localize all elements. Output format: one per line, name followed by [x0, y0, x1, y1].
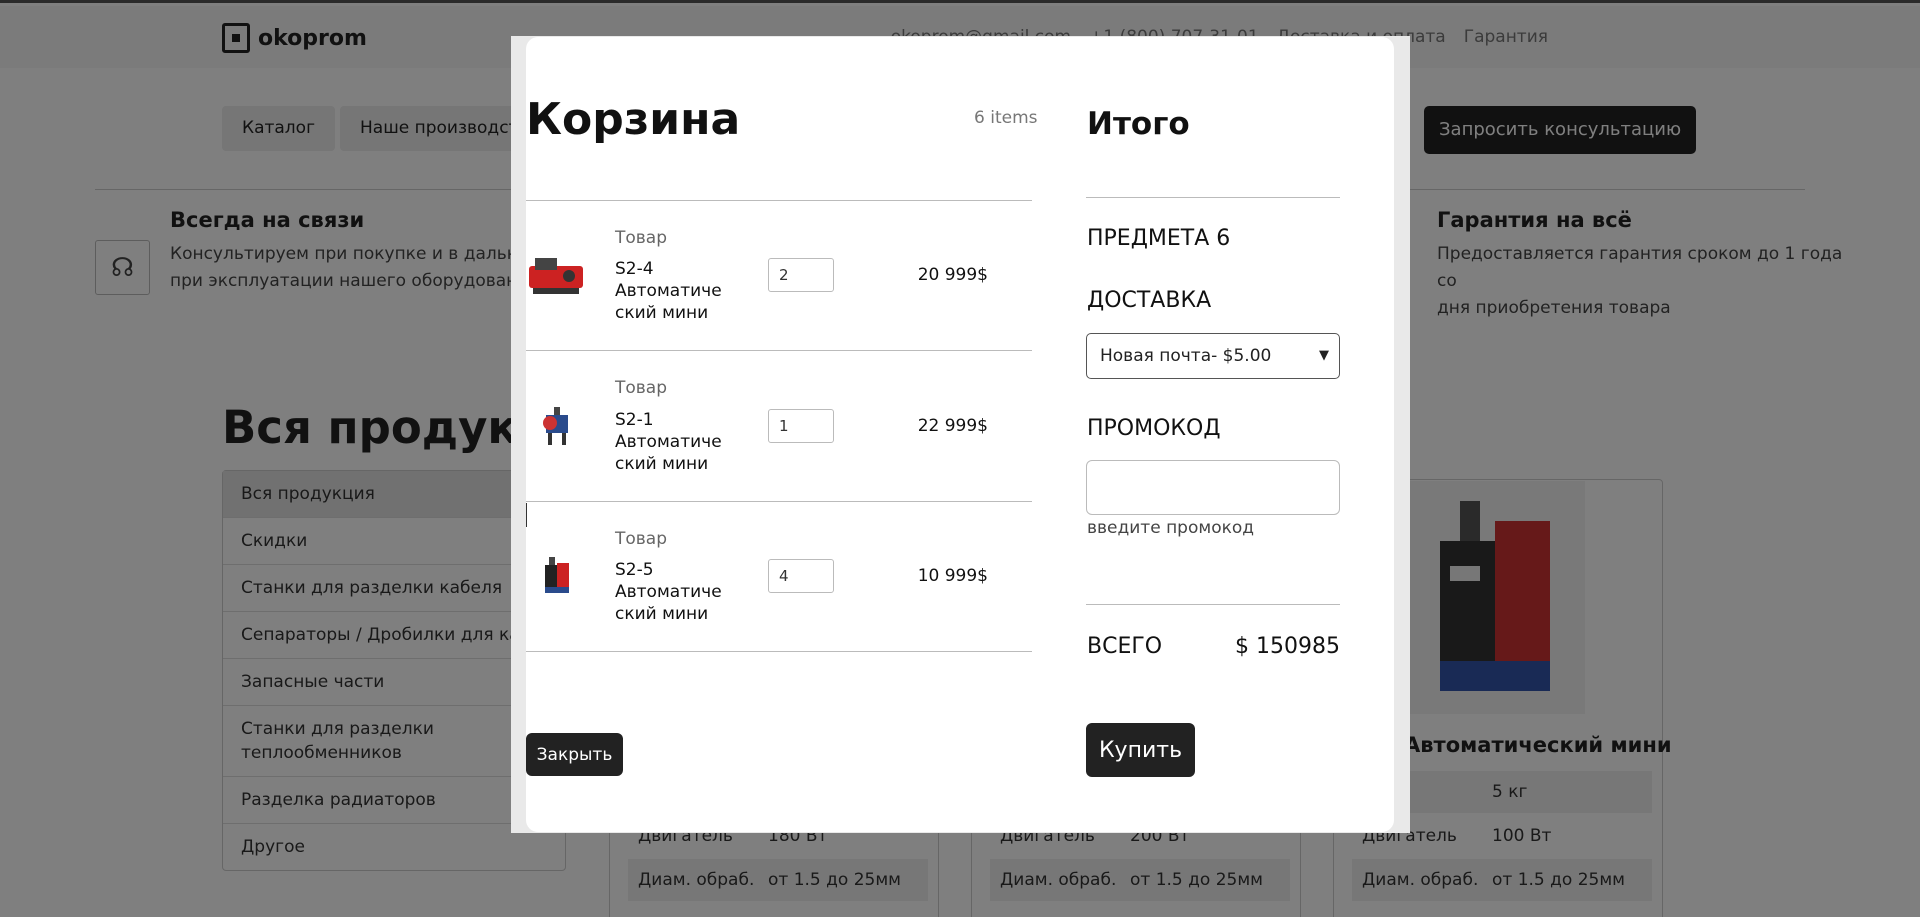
chevron-down-icon: ▼ [1319, 348, 1329, 363]
cart-divider [526, 350, 1032, 351]
item-code: S2-1 [615, 410, 654, 430]
item-price: 20 999$ [917, 265, 988, 285]
item-name-line: ский мини [615, 454, 709, 474]
cart-items-count: 6 items [974, 108, 1038, 128]
item-name: S2-1 Автоматиче ский мини [615, 409, 725, 475]
item-label: Товар [615, 529, 668, 549]
items-count-label: ПРЕДМЕТА 6 [1087, 226, 1231, 251]
summary-divider [1086, 197, 1340, 198]
item-name-line: Автоматиче [615, 432, 722, 452]
item-name-line: Автоматиче [615, 582, 722, 602]
item-label: Товар [615, 228, 668, 248]
shipping-selected-value: Новая почта- $5.00 [1100, 346, 1272, 366]
item-name: S2-4 Автоматиче ский мини [615, 258, 725, 324]
item-name-line: Автоматиче [615, 281, 722, 301]
cart-divider [526, 200, 1032, 201]
promo-hint: введите промокод [1087, 518, 1255, 538]
item-price: 22 999$ [917, 416, 988, 436]
quantity-input[interactable]: 1 [768, 409, 834, 443]
cart-divider [526, 651, 1032, 652]
item-code: S2-5 [615, 560, 654, 580]
text-cursor [526, 503, 527, 527]
total-value: $ 150985 [1235, 634, 1340, 659]
product-thumbnail [543, 557, 571, 599]
cart-title: Корзина [526, 94, 741, 145]
summary-divider [1086, 604, 1340, 605]
item-label: Товар [615, 378, 668, 398]
item-name-line: ский мини [615, 303, 709, 323]
quantity-input[interactable]: 2 [768, 258, 834, 292]
promo-label: ПРОМОКОД [1087, 416, 1221, 441]
cart-divider [526, 501, 1032, 502]
buy-button[interactable]: Купить [1086, 723, 1195, 777]
product-thumbnail [527, 252, 585, 302]
product-thumbnail [540, 405, 574, 451]
total-label: ВСЕГО [1087, 634, 1163, 659]
promo-input[interactable] [1086, 460, 1340, 515]
quantity-input[interactable]: 4 [768, 559, 834, 593]
item-code: S2-4 [615, 259, 654, 279]
shipping-select[interactable]: Новая почта- $5.00 ▼ [1086, 333, 1340, 379]
close-button[interactable]: Закрыть [526, 733, 623, 776]
shipping-label: ДОСТАВКА [1087, 288, 1212, 313]
summary-title: Итого [1087, 106, 1190, 142]
item-name-line: ский мини [615, 604, 709, 624]
item-name: S2-5 Автоматиче ский мини [615, 559, 725, 625]
item-price: 10 999$ [917, 566, 988, 586]
